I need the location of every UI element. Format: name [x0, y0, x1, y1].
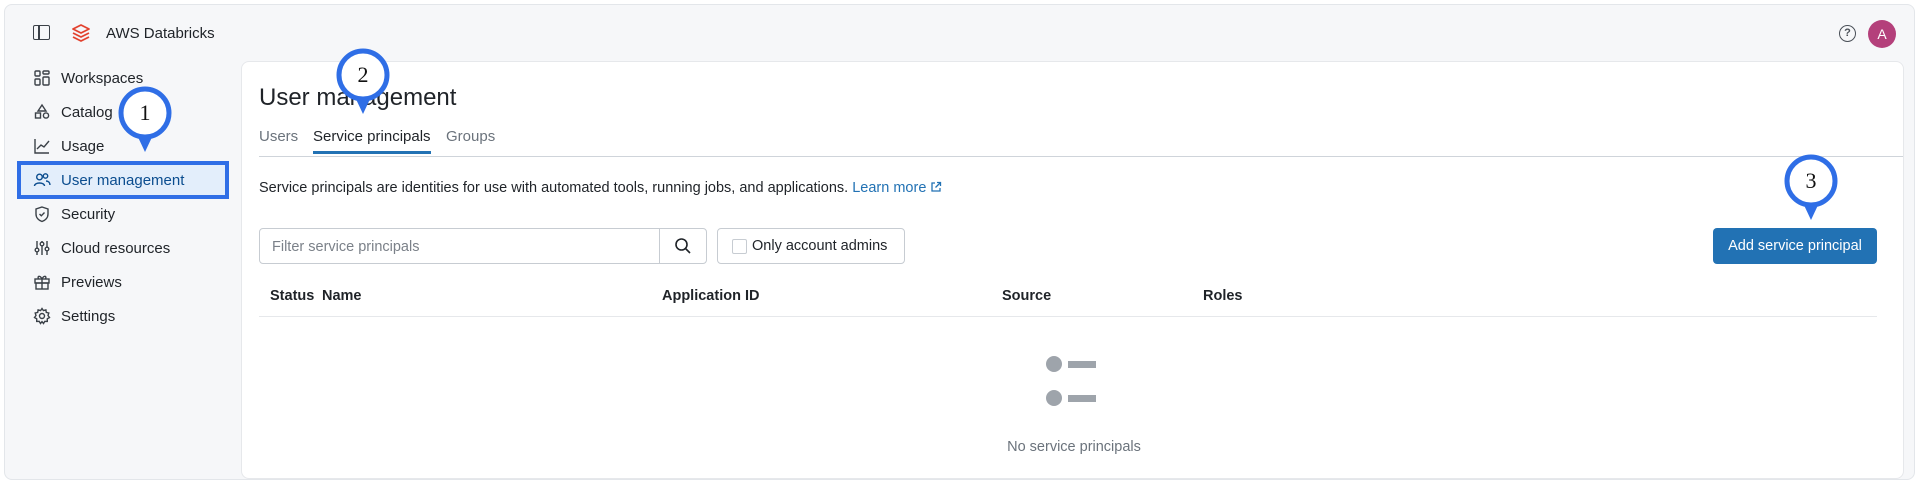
column-header-name[interactable]: Name	[322, 288, 362, 304]
avatar[interactable]: A	[1868, 20, 1896, 48]
app-title: AWS Databricks	[106, 25, 215, 42]
column-header-application-id[interactable]: Application ID	[662, 288, 759, 304]
sidebar-item-cloud-resources[interactable]: Cloud resources	[13, 231, 233, 265]
help-icon[interactable]: ?	[1839, 25, 1856, 42]
sidebar-item-label: Security	[61, 205, 116, 223]
gear-icon	[33, 307, 51, 325]
empty-list-icon	[1046, 356, 1096, 406]
callout-number-1: 1	[139, 100, 151, 125]
top-bar: AWS Databricks ? A	[5, 5, 1914, 57]
users-icon	[33, 171, 51, 189]
gift-icon	[33, 273, 51, 291]
only-account-admins-toggle[interactable]: Only account admins	[717, 228, 905, 264]
sidebar-item-user-management[interactable]: User management	[17, 161, 229, 199]
search-icon	[675, 238, 691, 254]
column-header-roles[interactable]: Roles	[1203, 288, 1243, 304]
search-button[interactable]	[659, 229, 706, 263]
description: Service principals are identities for us…	[259, 180, 942, 196]
sidebar-item-label: Previews	[61, 273, 122, 291]
usage-chart-icon	[33, 137, 51, 155]
sidebar-item-label: User management	[61, 171, 185, 189]
learn-more-link[interactable]: Learn more	[852, 180, 942, 196]
sliders-icon	[33, 239, 51, 257]
sidebar-item-previews[interactable]: Previews	[13, 265, 233, 299]
only-account-admins-label: Only account admins	[752, 238, 888, 254]
search-input[interactable]	[260, 229, 679, 265]
sidebar-item-settings[interactable]: Settings	[13, 299, 233, 333]
callout-number-2: 2	[357, 62, 369, 87]
column-header-status[interactable]: Status	[270, 288, 314, 304]
sidebar-item-security[interactable]: Security	[13, 197, 233, 231]
empty-state-text: No service principals	[1007, 439, 1141, 455]
add-service-principal-button[interactable]: Add service principal	[1713, 228, 1877, 264]
sidebar-toggle-icon[interactable]	[33, 25, 50, 40]
workspaces-icon	[33, 69, 51, 87]
callout-number-3: 3	[1805, 168, 1817, 193]
tab-groups[interactable]: Groups	[446, 128, 495, 151]
tab-service-principals[interactable]: Service principals	[313, 128, 431, 154]
databricks-logo-icon	[72, 24, 90, 42]
learn-more-label: Learn more	[852, 180, 927, 196]
external-link-icon	[931, 181, 942, 192]
description-text: Service principals are identities for us…	[259, 180, 849, 196]
sidebar-item-label: Workspaces	[61, 69, 144, 87]
column-header-source[interactable]: Source	[1002, 288, 1051, 304]
sidebar-item-label: Cloud resources	[61, 239, 171, 257]
app-frame: AWS Databricks ? A Workspaces Catalog Us…	[4, 4, 1915, 480]
catalog-icon	[33, 103, 51, 121]
sidebar-item-label: Usage	[61, 137, 105, 155]
sidebar-item-label: Catalog	[61, 103, 113, 121]
search-field	[259, 228, 707, 265]
sidebar-item-label: Settings	[61, 307, 116, 325]
checkbox[interactable]	[732, 238, 747, 254]
tab-users[interactable]: Users	[259, 128, 298, 151]
tab-bar: Users Service principals Groups	[259, 124, 1903, 157]
shield-icon	[33, 205, 51, 223]
main-panel: User management Users Service principals…	[241, 61, 1904, 479]
table-header: Status Name Application ID Source Roles	[259, 280, 1877, 317]
